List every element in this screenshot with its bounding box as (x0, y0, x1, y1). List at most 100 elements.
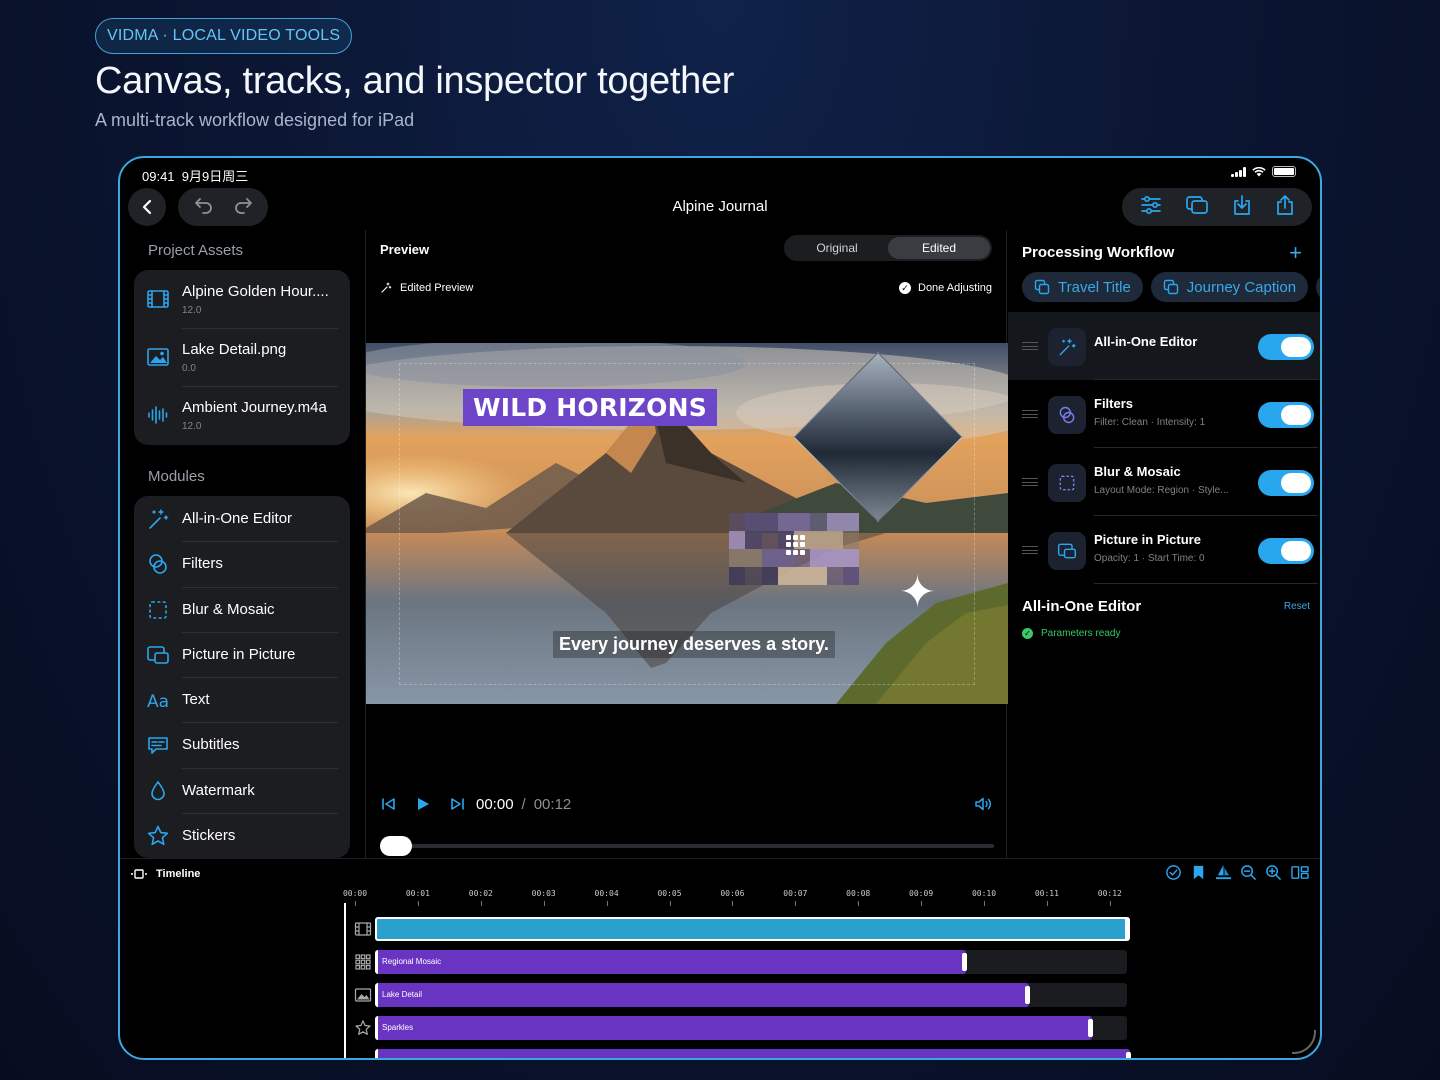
module-subtitles[interactable]: Subtitles (134, 722, 350, 767)
row-subtitle: Layout Mode: Region · Style... (1094, 485, 1229, 496)
chip-travel-title[interactable]: Travel Title (1022, 272, 1143, 302)
module-watermark[interactable]: Watermark (134, 767, 350, 813)
scrubber-handle[interactable] (380, 836, 412, 856)
timeline-icon (131, 869, 147, 879)
enable-toggle[interactable] (1258, 334, 1314, 360)
enable-toggle[interactable] (1258, 538, 1314, 564)
row-icon (1048, 396, 1086, 434)
drag-handle-icon[interactable] (1022, 342, 1038, 350)
volume-icon[interactable] (974, 796, 994, 812)
drag-handle-icon[interactable] (1022, 478, 1038, 486)
edited-preview-indicator: Edited Preview (380, 282, 473, 294)
done-adjusting-button[interactable]: ✓ Done Adjusting (899, 282, 992, 294)
overlay-clip[interactable] (375, 1049, 1131, 1058)
overlay-clip[interactable]: Lake Detail (375, 983, 1031, 1007)
modules-heading: Modules (148, 468, 205, 485)
magic-wand-icon (1059, 338, 1076, 356)
asset-name: Alpine Golden Hour.... (182, 283, 329, 300)
play-icon[interactable] (414, 796, 432, 812)
ruler-tick: 00:02 (468, 889, 493, 906)
add-step-button[interactable]: + (1289, 240, 1302, 266)
title-overlay[interactable]: WILD HORIZONS (463, 389, 717, 426)
mosaic-cell (810, 567, 827, 585)
modules-list: All-in-One Editor Filters Blur & Mosaic … (134, 496, 350, 858)
star-icon (147, 825, 169, 846)
ruler-tick: 00:05 (657, 889, 682, 906)
module-text[interactable]: Aa Text (134, 677, 350, 722)
ruler-tick: 00:01 (405, 889, 430, 906)
pip-icon (147, 646, 169, 664)
mosaic-cell (826, 549, 843, 567)
asset-item[interactable]: Ambient Journey.m4a 12.0 (134, 386, 350, 444)
time-ruler[interactable]: 00:00 00:01 00:02 00:03 00:04 00:05 00:06 00:07… (343, 889, 1144, 909)
zoom-out-icon[interactable] (1240, 864, 1257, 881)
dashed-square-icon (149, 600, 167, 619)
row-name: All-in-One Editor (1094, 334, 1198, 349)
mosaic-cell (745, 567, 762, 585)
zoom-in-icon[interactable] (1265, 864, 1282, 881)
filters-icon (1059, 406, 1075, 424)
enable-toggle[interactable] (1258, 470, 1314, 496)
module-all-in-one-editor[interactable]: All-in-One Editor (134, 496, 350, 541)
drag-handle-icon[interactable] (1022, 410, 1038, 418)
mosaic-cell (842, 513, 859, 531)
ruler-tick: 00:04 (594, 889, 619, 906)
film-icon (147, 290, 169, 308)
timeline-header: Timeline (130, 868, 200, 880)
row-icon (1048, 328, 1086, 366)
duplicate-button[interactable] (1185, 195, 1209, 220)
overlay-clip[interactable]: Regional Mosaic (375, 950, 968, 974)
drag-handle-icon[interactable] (1022, 546, 1038, 554)
video-canvas[interactable]: WILD HORIZONS ✦ Every journey deserves a… (366, 343, 1008, 704)
adjustments-button[interactable] (1140, 195, 1162, 220)
mosaic-cell (761, 513, 778, 531)
ruler-tick: 00:12 (1097, 889, 1122, 906)
video-clip[interactable] (375, 917, 1130, 941)
workflow-row-filters[interactable]: Filters Filter: Clean · Intensity: 1 (1008, 380, 1320, 448)
module-label: Filters (182, 555, 223, 573)
bookmark-icon[interactable] (1190, 864, 1207, 881)
magic-wand-icon (149, 509, 169, 529)
chip-overflow[interactable] (1316, 272, 1320, 302)
sparkle-sticker-icon[interactable]: ✦ (899, 571, 936, 615)
chip-journey-caption[interactable]: Journey Caption (1150, 272, 1309, 302)
workflow-row-all-in-one[interactable]: All-in-One Editor (1008, 312, 1320, 380)
asset-item[interactable]: Lake Detail.png 0.0 (134, 328, 350, 386)
status-ready-label: Parameters ready (1041, 628, 1121, 639)
caption-overlay[interactable]: Every journey deserves a story. (553, 631, 835, 658)
check-circle-icon[interactable] (1165, 864, 1182, 881)
copy-icon (1163, 279, 1178, 295)
image-icon (354, 986, 372, 1004)
step-back-icon[interactable] (380, 796, 398, 812)
workflow-row-blur-mosaic[interactable]: Blur & Mosaic Layout Mode: Region · Styl… (1008, 448, 1320, 516)
clip-label: Regional Mosaic (382, 957, 442, 966)
step-forward-icon[interactable] (448, 796, 466, 812)
module-picture-in-picture[interactable]: Picture in Picture (134, 631, 350, 677)
mosaic-cell (729, 513, 746, 531)
drop-icon (151, 780, 165, 801)
overlay-clip[interactable]: Sparkles (375, 1016, 1094, 1040)
snap-icon[interactable] (1215, 864, 1232, 881)
module-filters[interactable]: Filters (134, 541, 350, 586)
workflow-panel: Processing Workflow + Travel Title Journ… (1008, 230, 1320, 858)
assets-heading: Project Assets (148, 242, 244, 259)
mosaic-cell (761, 549, 778, 567)
segment-original[interactable]: Original (786, 237, 888, 259)
mosaic-cell (826, 513, 843, 531)
module-label: Picture in Picture (182, 645, 296, 663)
module-label: Subtitles (182, 736, 240, 754)
mosaic-cell (729, 549, 746, 567)
asset-item[interactable]: Alpine Golden Hour.... 12.0 (134, 270, 350, 328)
layout-icon[interactable] (1290, 864, 1310, 881)
module-blur-mosaic[interactable]: Blur & Mosaic (134, 586, 350, 632)
module-stickers[interactable]: Stickers (134, 813, 350, 858)
download-button[interactable] (1232, 194, 1252, 221)
playback-scrubber[interactable] (380, 836, 994, 856)
reset-button[interactable]: Reset (1284, 601, 1310, 612)
playhead[interactable] (344, 903, 346, 1058)
share-button[interactable] (1275, 194, 1295, 221)
segment-edited[interactable]: Edited (888, 237, 990, 259)
transport-controls: 00:00 / 00:12 (380, 792, 994, 816)
workflow-row-pip[interactable]: Picture in Picture Opacity: 1 · Start Ti… (1008, 516, 1320, 584)
enable-toggle[interactable] (1258, 402, 1314, 428)
